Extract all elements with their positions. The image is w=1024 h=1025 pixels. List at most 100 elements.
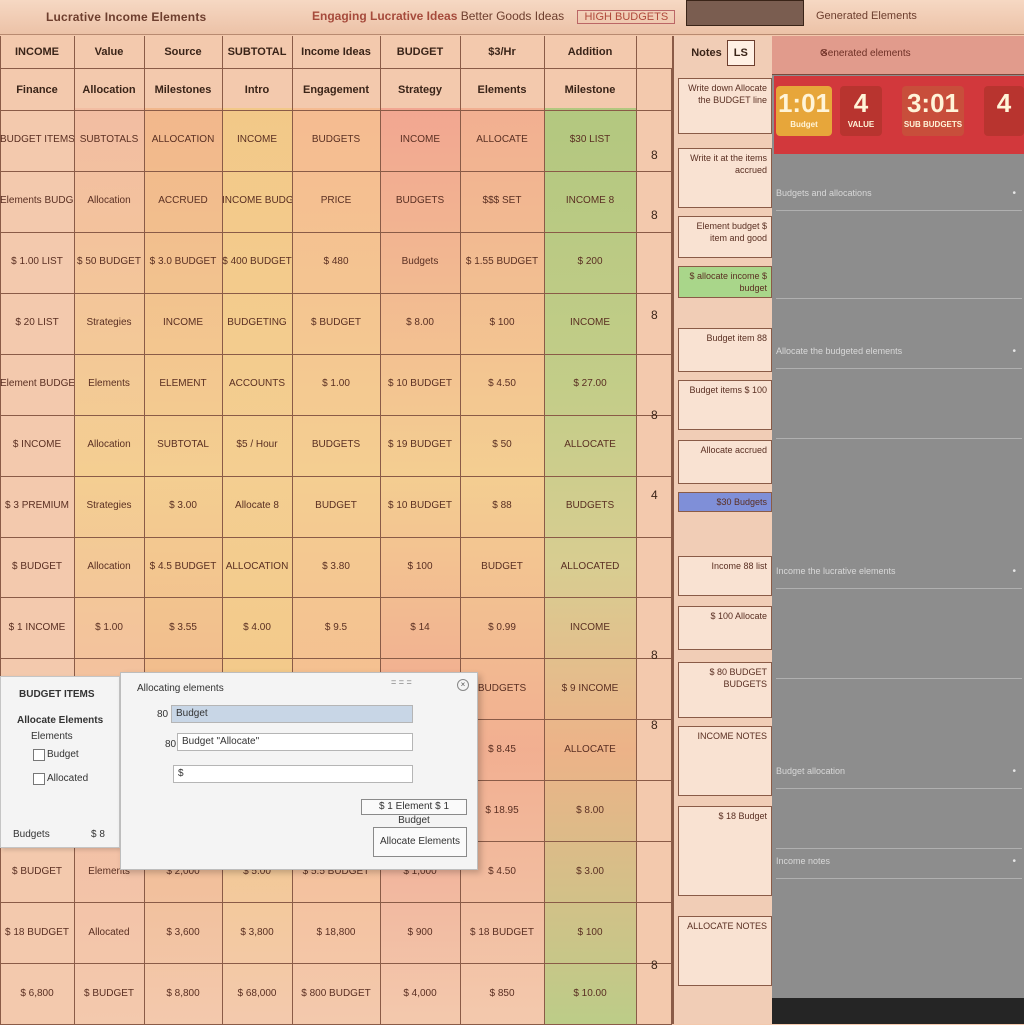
table-cell[interactable]: Allocation (74, 194, 144, 208)
table-cell[interactable]: $ 480 (292, 255, 380, 269)
table-cell[interactable]: $ BUDGET (0, 865, 74, 879)
table-cell[interactable]: ACCRUED (144, 194, 222, 208)
table-cell[interactable]: ACCOUNTS (222, 377, 292, 391)
table-cell[interactable]: Element BUDGET (0, 377, 74, 391)
table-cell[interactable]: Allocate 8 (222, 499, 292, 513)
table-cell[interactable]: $ 8.00 (380, 316, 460, 330)
table-cell[interactable]: $ BUDGET (74, 987, 144, 1001)
table-cell[interactable]: INCOME (144, 316, 222, 330)
table-cell[interactable]: $ 1.55 BUDGET (460, 255, 544, 269)
table-cell[interactable]: $ 18,800 (292, 926, 380, 940)
table-cell[interactable]: BUDGET (292, 499, 380, 513)
top-header-cell[interactable]: Income Ideas (292, 45, 380, 59)
table-cell[interactable]: PRICE (292, 194, 380, 208)
panel-row[interactable]: Budgets and allocations • (776, 188, 1022, 211)
table-cell[interactable]: $ 4,000 (380, 987, 460, 1001)
table-cell[interactable]: Allocated (74, 926, 144, 940)
table-cell[interactable]: $ 4.50 (460, 377, 544, 391)
table-cell[interactable]: $ 14 (380, 621, 460, 635)
note-card[interactable]: $30 Budgets (678, 492, 772, 512)
table-cell[interactable]: $ INCOME (0, 438, 74, 452)
table-cell[interactable]: ALLOCATION (144, 133, 222, 147)
element-budget-button[interactable]: $ 1 Element $ 1 Budget (361, 799, 467, 826)
table-cell[interactable]: $ 3.80 (292, 560, 380, 574)
table-cell[interactable]: $ 3,800 (222, 926, 292, 940)
column-header[interactable]: Allocation (74, 83, 144, 97)
table-cell[interactable]: Strategies (74, 499, 144, 513)
table-cell[interactable]: $ 8.00 (544, 804, 636, 818)
table-cell[interactable]: $ 400 BUDGET (222, 255, 292, 269)
table-cell[interactable]: $ 68,000 (222, 987, 292, 1001)
table-cell[interactable]: $ 9.5 (292, 621, 380, 635)
table-cell[interactable]: $ 27.00 (544, 377, 636, 391)
note-card[interactable]: Element budget $ item and good (678, 216, 772, 258)
column-header[interactable]: Milestone (544, 83, 636, 97)
table-cell[interactable]: $ 1.00 (292, 377, 380, 391)
column-header[interactable]: Milestones (144, 83, 222, 97)
table-cell[interactable]: $ 100 (380, 560, 460, 574)
table-cell[interactable]: $ 3.0 BUDGET (144, 255, 222, 269)
table-cell[interactable]: $ 19 BUDGET (380, 438, 460, 452)
note-card[interactable]: Budget items $ 100 (678, 380, 772, 430)
table-cell[interactable]: $ 50 (460, 438, 544, 452)
table-cell[interactable]: $5 / Hour (222, 438, 292, 452)
table-cell[interactable]: $ 900 (380, 926, 460, 940)
table-cell[interactable]: Allocation (74, 438, 144, 452)
stat-tile[interactable]: 4 (984, 86, 1024, 136)
dialog-drag-handle[interactable]: = = = (391, 677, 412, 687)
panel-row[interactable]: Income the lucrative elements • (776, 566, 1022, 589)
table-cell[interactable]: BUDGET (460, 560, 544, 574)
column-header[interactable]: Finance (0, 83, 74, 97)
table-cell[interactable]: BUDGET ITEMS (0, 133, 74, 147)
table-cell[interactable]: BUDGETS (292, 133, 380, 147)
column-header[interactable]: Elements (460, 83, 544, 97)
table-cell[interactable]: $ 6,800 (0, 987, 74, 1001)
table-cell[interactable]: $$$ SET (460, 194, 544, 208)
budget-field[interactable]: Budget (171, 705, 413, 723)
top-header-cell[interactable]: Addition (544, 45, 636, 59)
table-cell[interactable]: ALLOCATE (460, 133, 544, 147)
table-cell[interactable]: $ 3.00 (144, 499, 222, 513)
stat-tile[interactable]: 3:01 SUB BUDGETS (902, 86, 964, 136)
close-icon[interactable]: ✕ (820, 48, 1016, 59)
table-cell[interactable]: $30 LIST (544, 133, 636, 147)
note-card[interactable]: Allocate accrued (678, 440, 772, 484)
table-cell[interactable]: $ 9 INCOME (544, 682, 636, 696)
top-header-cell[interactable]: $3/Hr (460, 45, 544, 59)
table-cell[interactable]: $ 18 BUDGET (460, 926, 544, 940)
note-card[interactable]: Write down Allocate the BUDGET line (678, 78, 772, 134)
table-cell[interactable]: $ 4.5 BUDGET (144, 560, 222, 574)
center-badge[interactable]: HIGH BUDGETS (577, 10, 676, 24)
panel-row[interactable]: Allocate the budgeted elements • (776, 346, 1022, 369)
top-header-cell[interactable]: BUDGET (380, 45, 460, 59)
top-header-cell[interactable]: SUBTOTAL (222, 45, 292, 59)
table-cell[interactable]: Strategies (74, 316, 144, 330)
table-cell[interactable]: ELEMENT (144, 377, 222, 391)
panel-row[interactable]: Budget allocation • (776, 766, 1022, 789)
panel-row[interactable] (776, 826, 1022, 849)
top-header-cell[interactable]: INCOME (0, 45, 74, 59)
table-cell[interactable]: $ 1.00 LIST (0, 255, 74, 269)
table-cell[interactable]: $ 20 LIST (0, 316, 74, 330)
table-cell[interactable]: BUDGETS (292, 438, 380, 452)
table-cell[interactable]: BUDGETS (544, 499, 636, 513)
table-cell[interactable]: BUDGETS (380, 194, 460, 208)
table-cell[interactable]: $ 18 BUDGET (0, 926, 74, 940)
table-cell[interactable]: SUBTOTAL (144, 438, 222, 452)
table-cell[interactable]: ALLOCATE (544, 743, 636, 757)
table-cell[interactable]: INCOME (544, 621, 636, 635)
table-cell[interactable]: $ 10 BUDGET (380, 377, 460, 391)
option-checkbox-budget[interactable] (33, 749, 45, 761)
note-card[interactable]: $ 18 Budget (678, 806, 772, 896)
table-cell[interactable]: $ 0.99 (460, 621, 544, 635)
stat-tile[interactable]: 4 VALUE (840, 86, 882, 136)
note-card[interactable]: Income 88 list (678, 556, 772, 596)
table-cell[interactable]: INCOME (544, 316, 636, 330)
table-cell[interactable]: ALLOCATION (222, 560, 292, 574)
table-cell[interactable]: $ 8,800 (144, 987, 222, 1001)
column-header[interactable]: Engagement (292, 83, 380, 97)
note-card[interactable]: ALLOCATE NOTES (678, 916, 772, 986)
table-cell[interactable]: $ 100 (460, 316, 544, 330)
column-header[interactable]: Intro (222, 83, 292, 97)
table-cell[interactable]: Budgets (380, 255, 460, 269)
